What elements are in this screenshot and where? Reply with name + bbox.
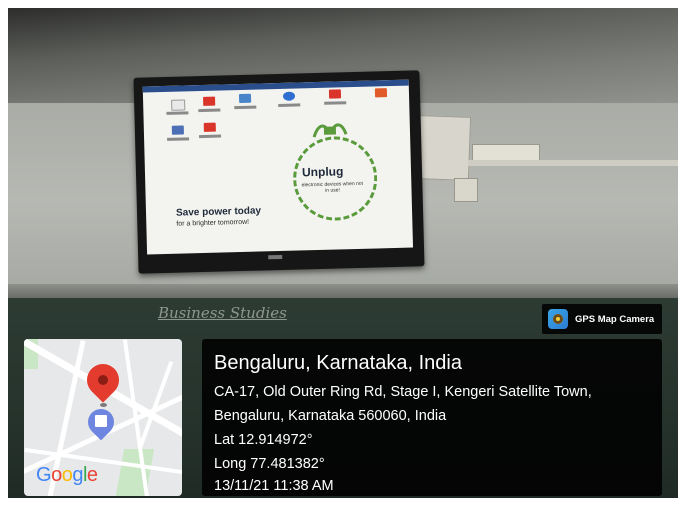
tv-brand-logo — [268, 254, 283, 260]
app-label — [166, 111, 189, 115]
app-label — [278, 103, 301, 107]
gps-map-camera-badge: GPS Map Camera — [542, 304, 662, 334]
google-logo: Google — [36, 464, 98, 486]
classroom-photo: Business Studies Unplug electronic devic… — [8, 8, 678, 498]
app-icon — [328, 89, 342, 99]
map-pin-shadow — [100, 403, 107, 407]
location-map: Google — [24, 339, 182, 496]
map-pin-center — [98, 375, 108, 385]
address-line-1: CA-17, Old Outer Ring Rd, Stage I, Kenge… — [214, 384, 592, 400]
app-label — [324, 101, 347, 105]
app-icon — [238, 93, 252, 104]
wall-ledge — [8, 284, 678, 298]
screen-title-bar — [142, 79, 409, 93]
latitude: Lat 12.914972° — [214, 432, 313, 448]
junction-box — [454, 178, 478, 202]
timestamp: 13/11/21 11:38 AM — [214, 478, 334, 494]
camera-lens-icon — [548, 309, 568, 329]
save-power-subline: for a brighter tomorrow! — [176, 218, 250, 228]
park-area — [115, 449, 155, 496]
gps-app-name: GPS Map Camera — [575, 313, 655, 325]
app-icon — [171, 125, 184, 135]
chalk-writing: Business Studies — [158, 304, 287, 322]
app-label — [167, 137, 190, 141]
switch-box — [416, 115, 472, 181]
longitude: Long 77.481382° — [214, 456, 325, 472]
app-icon — [282, 91, 296, 101]
unplug-title: Unplug — [301, 164, 344, 180]
app-label — [198, 108, 221, 113]
app-icon — [374, 88, 388, 98]
television: Unplug electronic devices when not in us… — [133, 70, 425, 274]
app-label — [234, 105, 257, 110]
app-label — [199, 134, 222, 139]
location-title: Bengaluru, Karnataka, India — [214, 352, 462, 374]
tv-screen: Unplug electronic devices when not in us… — [142, 79, 414, 255]
address-line-2: Bengaluru, Karnataka 560060, India — [214, 408, 447, 424]
building-icon — [95, 415, 107, 427]
unplug-subtitle: electronic devices when not in use! — [301, 180, 364, 194]
app-icon — [203, 96, 216, 106]
app-icon — [171, 99, 186, 111]
app-icon — [203, 122, 216, 132]
wall-conduit — [468, 160, 678, 166]
save-power-headline: Save power today — [175, 205, 262, 219]
location-info-panel: Bengaluru, Karnataka, India CA-17, Old O… — [202, 339, 662, 496]
